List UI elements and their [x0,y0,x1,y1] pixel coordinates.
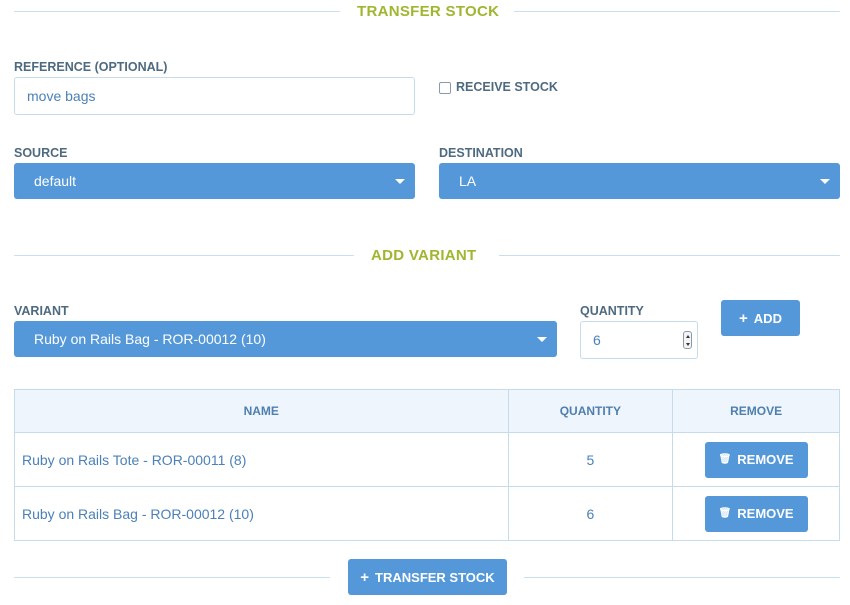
chevron-down-icon [820,179,830,184]
reference-input-value: move bags [27,88,96,104]
remove-button-label: REMOVE [737,506,794,521]
column-header-quantity: QUANTITY [507,389,674,433]
variant-quantity: 5 [507,432,674,487]
destination-label: DESTINATION [439,146,523,160]
quantity-stepper[interactable]: 6 [580,321,698,359]
footer-divider-right [524,577,840,578]
table-row: Ruby on Rails Tote - ROR-00011 (8) 5 🗑 R… [14,432,840,487]
destination-select-value: LA [459,173,477,189]
variant-name-link[interactable]: Ruby on Rails Tote - ROR-00011 (8) [14,432,509,487]
quantity-input-value: 6 [593,332,601,348]
receive-stock-checkbox[interactable] [439,82,451,94]
variant-quantity: 6 [507,486,674,541]
transfer-stock-button-label: TRANSFER STOCK [375,569,495,585]
remove-button-label: REMOVE [737,452,794,467]
transfer-stock-heading: TRANSFER STOCK [357,3,500,20]
stepper-arrows-icon[interactable] [683,331,692,349]
reference-label: REFERENCE (OPTIONAL) [14,60,168,74]
plus-icon: + [360,568,370,586]
footer-divider-left [14,577,330,578]
variant-select-value: Ruby on Rails Bag - ROR-00012 (10) [34,331,266,347]
table-row: Ruby on Rails Bag - ROR-00012 (10) 6 🗑 R… [14,486,840,541]
remove-cell: 🗑 REMOVE [672,486,840,541]
section-divider-right [499,255,840,256]
reference-input[interactable]: move bags [14,77,415,115]
column-header-remove: REMOVE [672,389,840,433]
variant-name-link[interactable]: Ruby on Rails Bag - ROR-00012 (10) [14,486,509,541]
add-variant-button[interactable]: + ADD [721,300,800,336]
destination-select[interactable]: LA [439,163,840,199]
variant-label: VARIANT [14,304,69,318]
remove-button[interactable]: 🗑 REMOVE [704,495,808,532]
chevron-down-icon [395,179,405,184]
remove-button[interactable]: 🗑 REMOVE [704,441,808,478]
add-button-label: ADD [753,310,782,326]
section-divider-left [14,255,354,256]
chevron-down-icon [537,337,547,342]
add-variant-heading: ADD VARIANT [371,247,477,264]
quantity-label: QUANTITY [580,304,644,318]
source-select[interactable]: default [14,163,415,199]
trash-icon: 🗑 [718,507,732,519]
receive-stock-label[interactable]: RECEIVE STOCK [456,80,558,94]
variant-select[interactable]: Ruby on Rails Bag - ROR-00012 (10) [14,321,557,357]
variants-table: NAME QUANTITY REMOVE Ruby on Rails Tote … [14,389,840,541]
section-divider-right [514,11,840,12]
trash-icon: 🗑 [718,453,732,465]
remove-cell: 🗑 REMOVE [672,432,840,487]
plus-icon: + [739,309,748,327]
column-header-name: NAME [14,389,509,433]
section-divider-left [14,11,340,12]
transfer-stock-button[interactable]: + TRANSFER STOCK [348,559,507,595]
source-select-value: default [34,173,77,189]
table-header-row: NAME QUANTITY REMOVE [14,389,840,433]
source-label: SOURCE [14,146,68,160]
